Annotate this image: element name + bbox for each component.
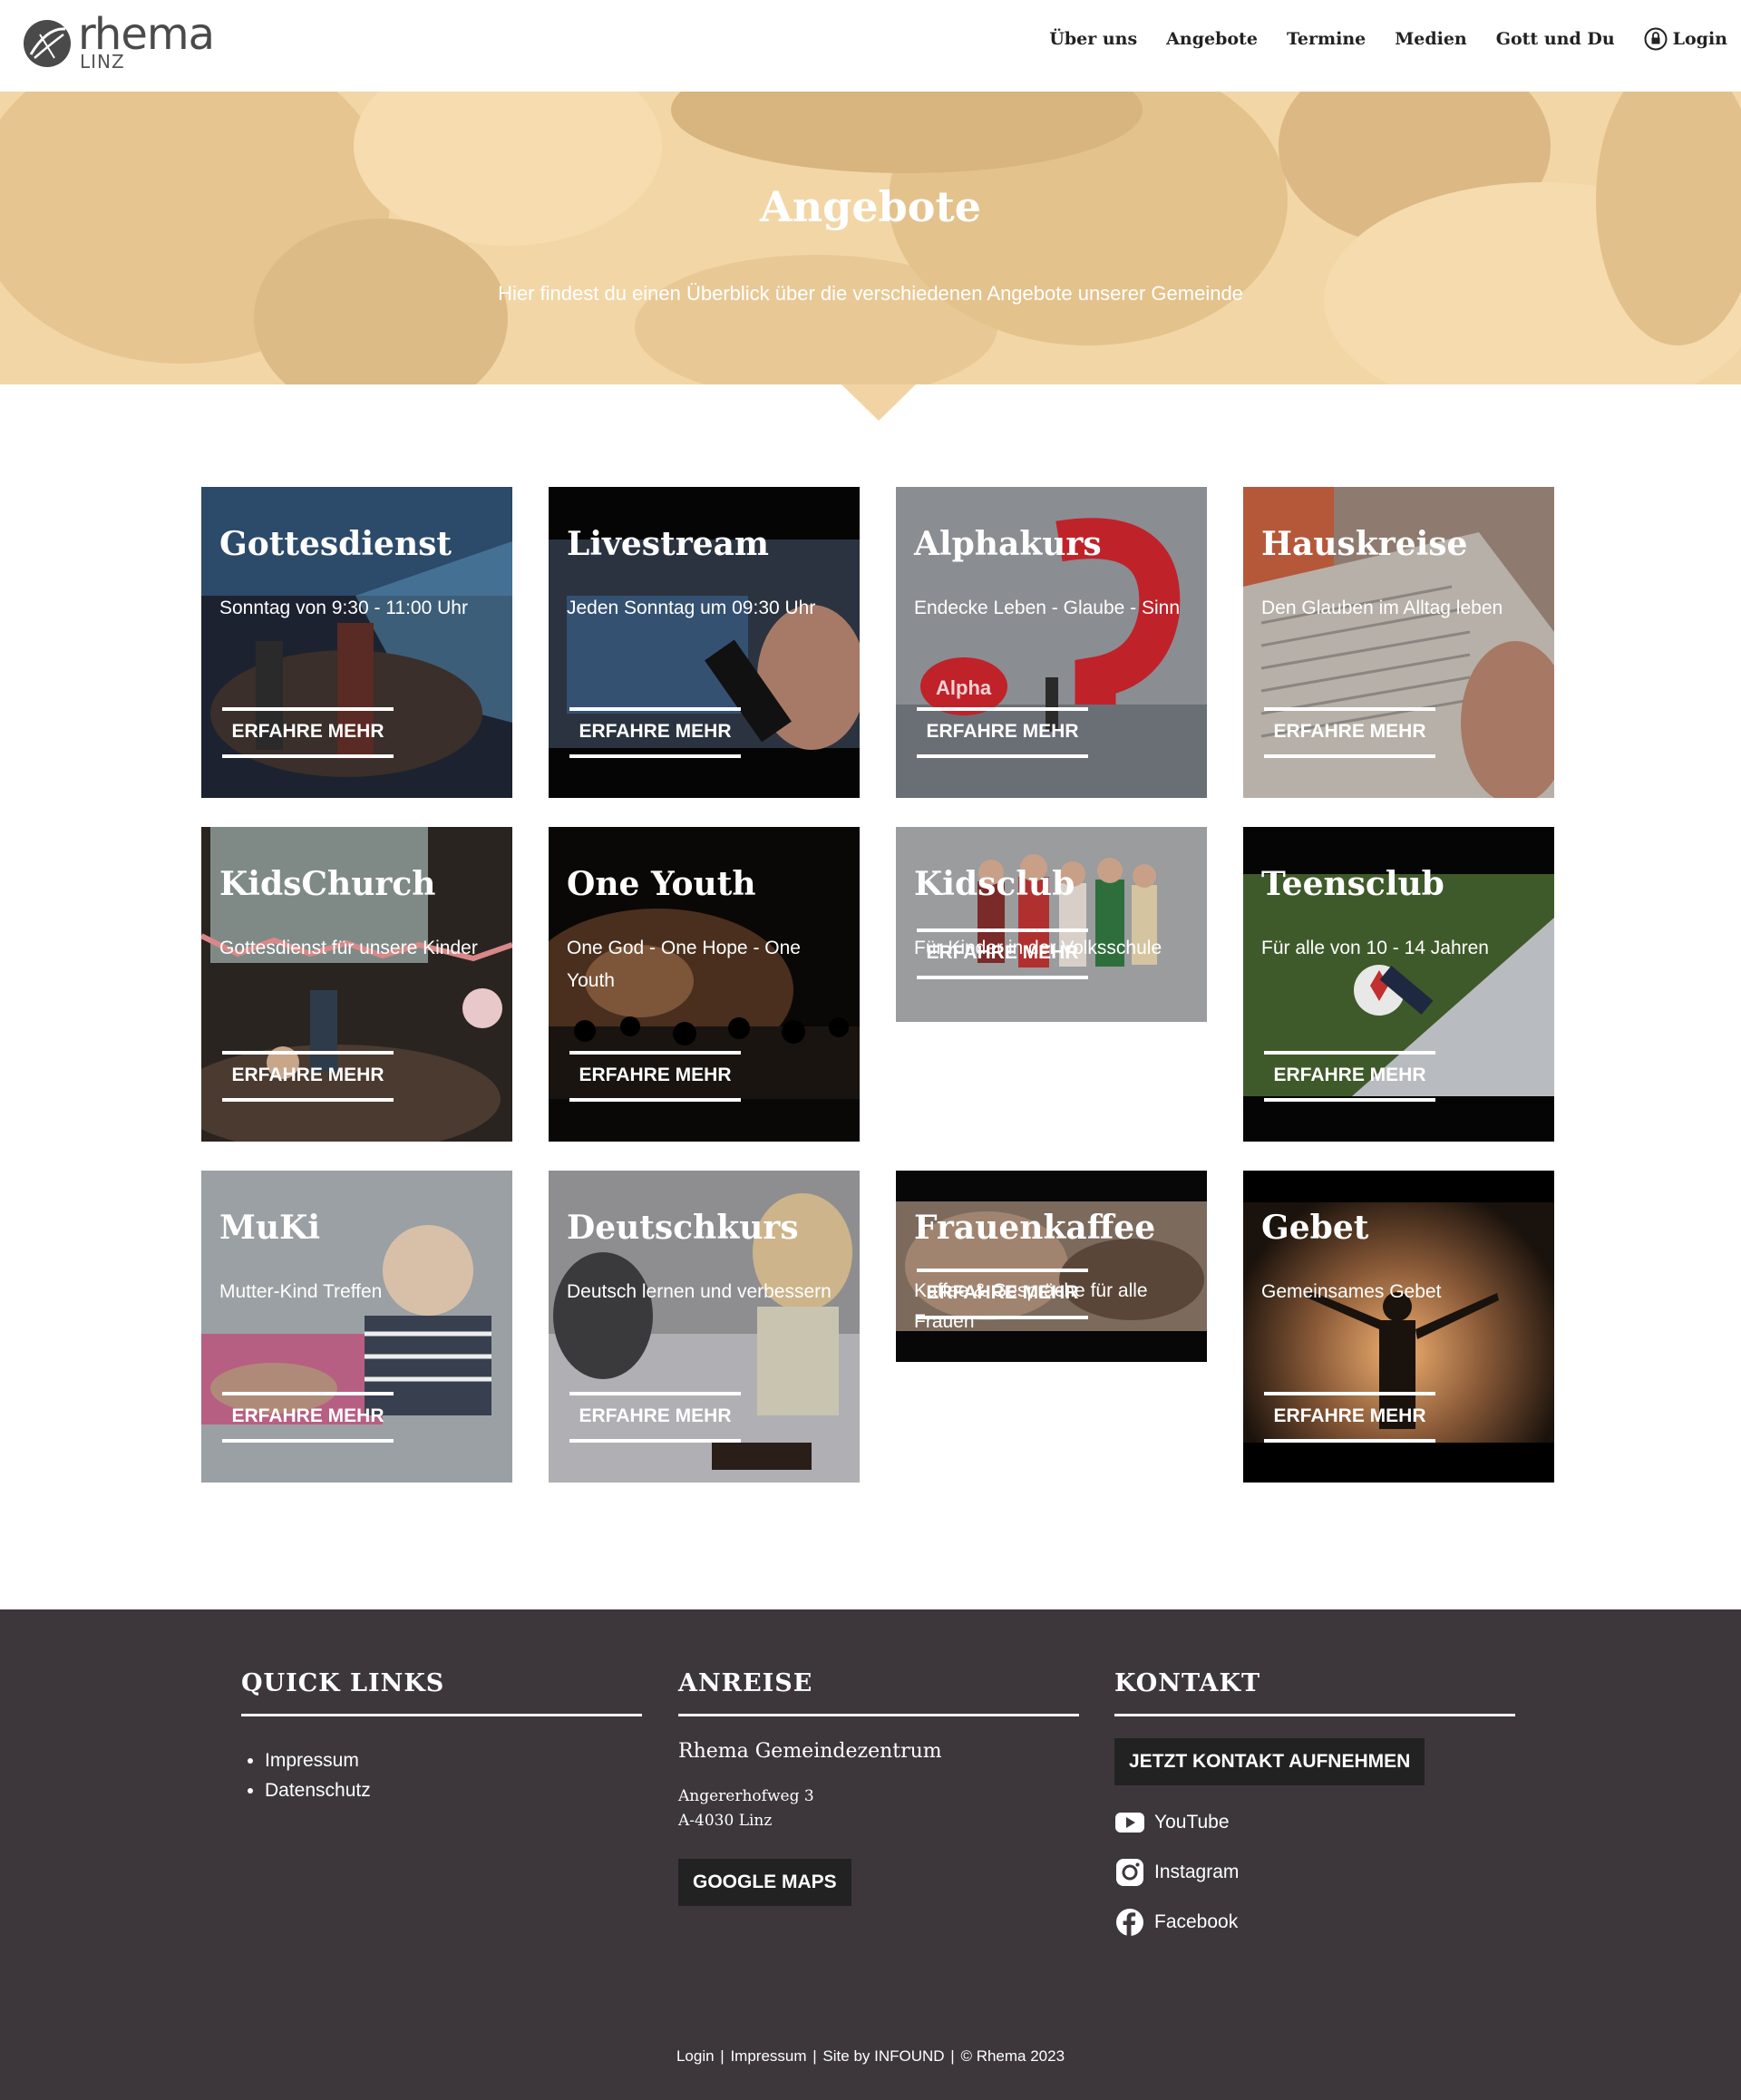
logo-mark-icon	[24, 20, 71, 67]
venue-name: Rhema Gemeindezentrum	[678, 1740, 942, 1763]
erfahre-mehr-button[interactable]: ERFAHRE MEHR	[569, 1392, 741, 1443]
social-link-facebook[interactable]: Facebook	[1114, 1907, 1515, 1938]
google-maps-button[interactable]: GOOGLE MAPS	[678, 1859, 851, 1906]
kontakt-heading: KONTAKT	[1114, 1669, 1515, 1716]
separator: |	[720, 2047, 725, 2065]
erfahre-mehr-button[interactable]: ERFAHRE MEHR	[1264, 1051, 1435, 1102]
separator: |	[812, 2047, 817, 2065]
nav-item-ueber-uns[interactable]: Über uns	[1049, 29, 1137, 49]
card-subtitle: Gottesdienst für unsere Kinder	[219, 938, 478, 958]
offer-card-kidschurch[interactable]: KidsChurch Gottesdienst für unsere Kinde…	[201, 827, 512, 1142]
lock-icon	[1644, 27, 1668, 51]
card-title: One Youth	[567, 865, 756, 903]
social-link-youtube[interactable]: YouTube	[1114, 1807, 1515, 1838]
hero-banner: Angebote Hier findest du einen Überblick…	[0, 92, 1741, 384]
offer-card-gebet[interactable]: Gebet Gemeinsames Gebet ERFAHRE MEHR	[1243, 1171, 1554, 1483]
footer-quick-links: QUICK LINKS Impressum Datenschutz	[241, 1669, 642, 1805]
main-nav: Über uns Angebote Termine Medien Gott un…	[1020, 27, 1727, 51]
card-title: Frauenkaffee	[914, 1209, 1156, 1247]
offer-card-one-youth[interactable]: One Youth One God - One Hope - One Youth…	[549, 827, 860, 1142]
footer-link-datenschutz[interactable]: Datenschutz	[265, 1775, 642, 1805]
footer-kontakt: KONTAKT JETZT KONTAKT AUFNEHMEN YouTube …	[1114, 1669, 1515, 1938]
social-label: YouTube	[1154, 1812, 1230, 1833]
hero-background-image	[0, 92, 1741, 384]
offer-card-gottesdienst[interactable]: Gottesdienst Sonntag von 9:30 - 11:00 Uh…	[201, 487, 512, 798]
erfahre-mehr-button[interactable]: ERFAHRE MEHR	[569, 707, 741, 758]
erfahre-mehr-button[interactable]: ERFAHRE MEHR	[569, 1051, 741, 1102]
instagram-icon	[1116, 1859, 1143, 1886]
separator: |	[950, 2047, 955, 2065]
bottom-copyright: © Rhema 2023	[960, 2047, 1065, 2065]
card-title: KidsChurch	[219, 865, 436, 903]
anreise-heading: ANREISE	[678, 1669, 1079, 1716]
site-header: rhema LINZ Über uns Angebote Termine Med…	[0, 0, 1741, 92]
erfahre-mehr-button[interactable]: ERFAHRE MEHR	[1264, 1392, 1435, 1443]
card-subtitle: Mutter-Kind Treffen	[219, 1281, 383, 1302]
card-subtitle: Für alle von 10 - 14 Jahren	[1261, 938, 1489, 958]
rhema-logo[interactable]: rhema LINZ	[22, 9, 215, 73]
erfahre-mehr-button[interactable]: ERFAHRE MEHR	[917, 707, 1088, 758]
card-subtitle: One God - One Hope - One Youth	[567, 938, 801, 991]
site-footer: QUICK LINKS Impressum Datenschutz ANREIS…	[0, 1609, 1741, 2100]
erfahre-mehr-button[interactable]: ERFAHRE MEHR	[222, 1051, 394, 1102]
erfahre-mehr-button[interactable]: ERFAHRE MEHR	[1264, 707, 1435, 758]
card-subtitle: Gemeinsames Gebet	[1261, 1281, 1442, 1302]
erfahre-mehr-button[interactable]: ERFAHRE MEHR	[917, 1269, 1088, 1319]
contact-button[interactable]: JETZT KONTAKT AUFNEHMEN	[1114, 1738, 1425, 1785]
offer-card-alphakurs[interactable]: Alpha Alphakurs Endecke Leben - Glaube -…	[896, 487, 1207, 798]
card-title: MuKi	[219, 1209, 320, 1247]
hero-notch	[841, 384, 916, 421]
card-title: Alphakurs	[914, 525, 1102, 563]
logo-city: LINZ	[80, 51, 125, 73]
address-city: A-4030 Linz	[678, 1812, 773, 1830]
quick-links-heading: QUICK LINKS	[241, 1669, 642, 1716]
bottom-credit[interactable]: Site by INFOUND	[822, 2047, 944, 2065]
offer-card-teensclub[interactable]: Teensclub Für alle von 10 - 14 Jahren ER…	[1243, 827, 1554, 1142]
card-title: Deutschkurs	[567, 1209, 799, 1247]
bottom-link-impressum[interactable]: Impressum	[730, 2047, 806, 2065]
card-image	[896, 827, 1207, 1022]
social-label: Facebook	[1154, 1911, 1239, 1932]
card-subtitle: Sonntag von 9:30 - 11:00 Uhr	[219, 598, 468, 618]
card-subtitle: Endecke Leben - Glaube - Sinn	[914, 598, 1181, 618]
card-subtitle: Jeden Sonntag um 09:30 Uhr	[567, 598, 816, 618]
card-title: Kidsclub	[914, 865, 1075, 903]
login-label: Login	[1672, 29, 1727, 49]
page-title: Angebote	[760, 182, 981, 231]
erfahre-mehr-button[interactable]: ERFAHRE MEHR	[917, 928, 1088, 979]
page-subtitle: Hier findest du einen Überblick über die…	[498, 282, 1243, 305]
footer-anreise: ANREISE Rhema Gemeindezentrum Angererhof…	[678, 1669, 1079, 1906]
address: Angererhofweg 3 A-4030 Linz	[678, 1784, 1079, 1833]
nav-item-gott-und-du[interactable]: Gott und Du	[1496, 29, 1615, 49]
footer-link-impressum[interactable]: Impressum	[265, 1745, 642, 1775]
address-street: Angererhofweg 3	[678, 1787, 814, 1805]
card-title: Gottesdienst	[219, 525, 452, 563]
nav-item-medien[interactable]: Medien	[1395, 29, 1467, 49]
card-title: Teensclub	[1261, 865, 1444, 903]
alpha-badge: Alpha	[936, 676, 992, 699]
card-subtitle: Deutsch lernen und verbessern	[567, 1281, 832, 1302]
erfahre-mehr-button[interactable]: ERFAHRE MEHR	[222, 707, 394, 758]
footer-bottom-bar: Login | Impressum | Site by INFOUND | © …	[0, 2047, 1741, 2066]
bottom-link-login[interactable]: Login	[676, 2047, 715, 2065]
offer-card-kidsclub[interactable]: Kidsclub Für Kinder in der Volksschule E…	[896, 827, 1207, 1022]
offer-card-deutschkurs[interactable]: Deutschkurs Deutsch lernen und verbesser…	[549, 1171, 860, 1483]
card-title: Hauskreise	[1261, 525, 1468, 563]
offer-card-muki[interactable]: MuKi Mutter-Kind Treffen ERFAHRE MEHR	[201, 1171, 512, 1483]
social-label: Instagram	[1154, 1862, 1240, 1882]
nav-item-login[interactable]: Login	[1644, 27, 1727, 51]
offer-card-livestream[interactable]: Livestream Jeden Sonntag um 09:30 Uhr ER…	[549, 487, 860, 798]
card-title: Livestream	[567, 525, 769, 563]
nav-item-termine[interactable]: Termine	[1287, 29, 1366, 49]
facebook-icon	[1116, 1909, 1143, 1936]
card-subtitle: Den Glauben im Alltag leben	[1261, 598, 1503, 618]
card-title: Gebet	[1261, 1209, 1369, 1247]
erfahre-mehr-button[interactable]: ERFAHRE MEHR	[222, 1392, 394, 1443]
social-link-instagram[interactable]: Instagram	[1114, 1857, 1515, 1888]
nav-item-angebote[interactable]: Angebote	[1166, 29, 1258, 49]
offer-card-frauenkaffee[interactable]: Frauenkaffee Kaffee & Gespräche für alle…	[896, 1171, 1207, 1362]
offer-card-hauskreise[interactable]: Hauskreise Den Glauben im Alltag leben E…	[1243, 487, 1554, 798]
youtube-icon	[1115, 1813, 1144, 1833]
